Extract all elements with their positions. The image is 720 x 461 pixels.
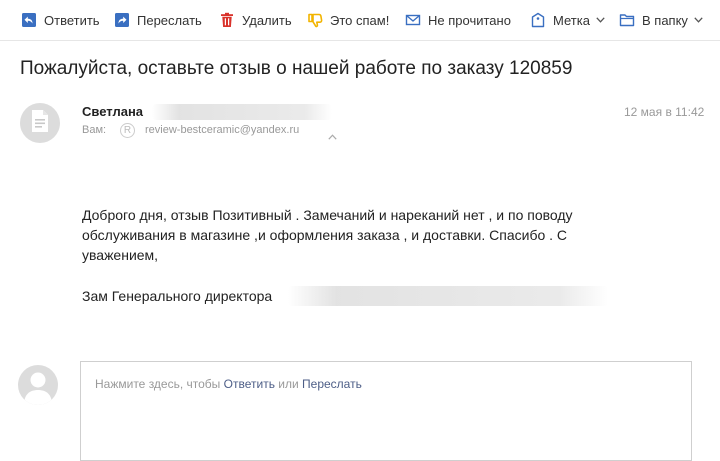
sender-avatar (20, 103, 60, 143)
mark-unread-button[interactable]: Не прочитано (404, 0, 511, 40)
recipient-avatar: R (120, 123, 135, 138)
signature-title: Зам Генерального директора (82, 288, 273, 304)
forward-arrow-icon (113, 11, 131, 29)
recipient-email[interactable]: review-bestceramic@yandex.ru (145, 124, 299, 136)
quick-reply-hint: Нажмите здесь, чтобы Ответить или Пересл… (95, 377, 362, 391)
folder-icon (618, 11, 636, 29)
folder-label: В папку (642, 12, 688, 28)
sender-name[interactable]: Светлана (82, 104, 143, 119)
message-date: 12 мая в 11:42 (624, 105, 705, 119)
spam-label: Это спам! (330, 12, 390, 28)
document-icon (30, 109, 50, 138)
delete-label: Удалить (242, 12, 292, 28)
forward-button[interactable]: Переслать (113, 0, 202, 40)
unread-label: Не прочитано (428, 12, 511, 28)
thumb-down-icon (306, 11, 324, 29)
reply-link[interactable]: Ответить (224, 377, 275, 391)
reply-label: Ответить (44, 12, 100, 28)
forward-label: Переслать (137, 12, 202, 28)
message-body: Доброго дня, отзыв Позитивный . Замечани… (82, 205, 642, 265)
user-avatar (18, 365, 58, 405)
redacted-sender-address (152, 104, 332, 120)
spam-button[interactable]: Это спам! (306, 0, 389, 40)
reply-arrow-icon (20, 11, 38, 29)
message-toolbar: Ответить Переслать Удалить Это спам! Не … (0, 0, 720, 41)
label-dropdown[interactable]: Метка (529, 0, 605, 40)
redacted-signature-name (288, 286, 608, 306)
trash-icon (218, 11, 236, 29)
envelope-icon (404, 11, 422, 29)
move-to-folder-dropdown[interactable]: В папку (618, 0, 703, 40)
hint-prefix: Нажмите здесь, чтобы (95, 377, 224, 391)
recipient-label: Вам: (82, 124, 107, 136)
forward-link[interactable]: Переслать (302, 377, 362, 391)
reply-button[interactable]: Ответить (20, 0, 100, 40)
delete-button[interactable]: Удалить (218, 0, 292, 40)
chevron-up-icon[interactable] (328, 127, 337, 145)
quick-reply-box[interactable]: Нажмите здесь, чтобы Ответить или Пересл… (80, 361, 692, 461)
tag-icon (529, 11, 547, 29)
hint-or: или (274, 377, 303, 391)
message-subject: Пожалуйста, оставьте отзыв о нашей работ… (20, 58, 573, 79)
chevron-down-icon (596, 17, 605, 23)
chevron-down-icon (694, 17, 703, 23)
body-paragraph: Доброго дня, отзыв Позитивный . Замечани… (82, 207, 573, 263)
label-label: Метка (553, 12, 590, 28)
user-silhouette-icon (18, 372, 58, 405)
